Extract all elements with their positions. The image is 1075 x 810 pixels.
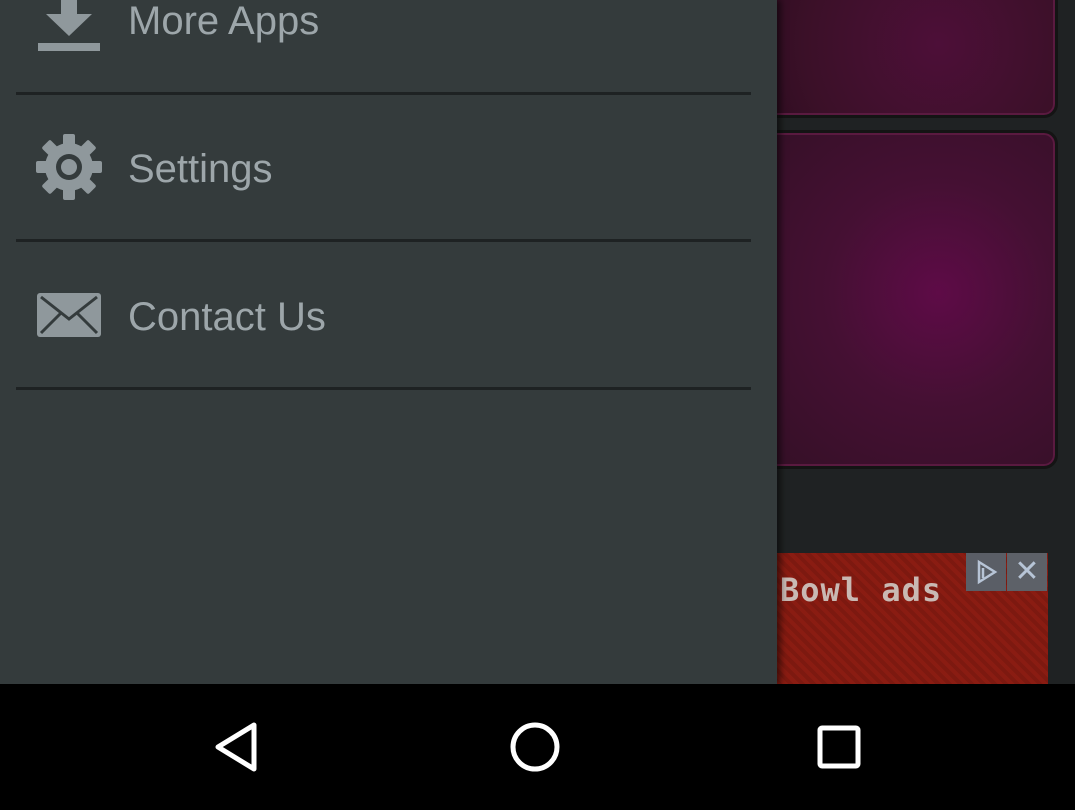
envelope-icon bbox=[36, 282, 102, 348]
menu-item-more-apps[interactable]: More Apps bbox=[0, 0, 777, 92]
game-tile-top[interactable] bbox=[760, 0, 1058, 118]
ad-text: Bowl ads bbox=[780, 571, 943, 609]
divider bbox=[16, 387, 751, 390]
close-icon: ✕ bbox=[1014, 555, 1040, 588]
menu-item-settings[interactable]: Settings bbox=[0, 95, 777, 241]
back-icon bbox=[215, 722, 257, 772]
menu-label-more-apps: More Apps bbox=[128, 0, 320, 43]
menu-item-contact-us[interactable]: Contact Us bbox=[0, 242, 777, 388]
home-button[interactable] bbox=[475, 704, 595, 790]
download-icon bbox=[36, 0, 102, 52]
menu-label-contact-us: Contact Us bbox=[128, 295, 326, 339]
ad-close-button[interactable]: ✕ bbox=[1007, 553, 1047, 591]
adchoices-icon[interactable] bbox=[966, 553, 1006, 591]
recents-icon bbox=[817, 725, 861, 769]
system-navigation-bar bbox=[0, 684, 1075, 810]
home-icon bbox=[510, 722, 560, 772]
ad-banner[interactable]: Bowl ads ✕ bbox=[760, 553, 1048, 684]
back-button[interactable] bbox=[176, 704, 296, 790]
navigation-drawer: More Apps Settings Contact Us bbox=[0, 0, 777, 684]
recents-button[interactable] bbox=[779, 704, 899, 790]
game-tile-middle[interactable] bbox=[760, 130, 1058, 469]
menu-label-settings: Settings bbox=[128, 147, 273, 191]
gear-icon bbox=[36, 134, 102, 200]
